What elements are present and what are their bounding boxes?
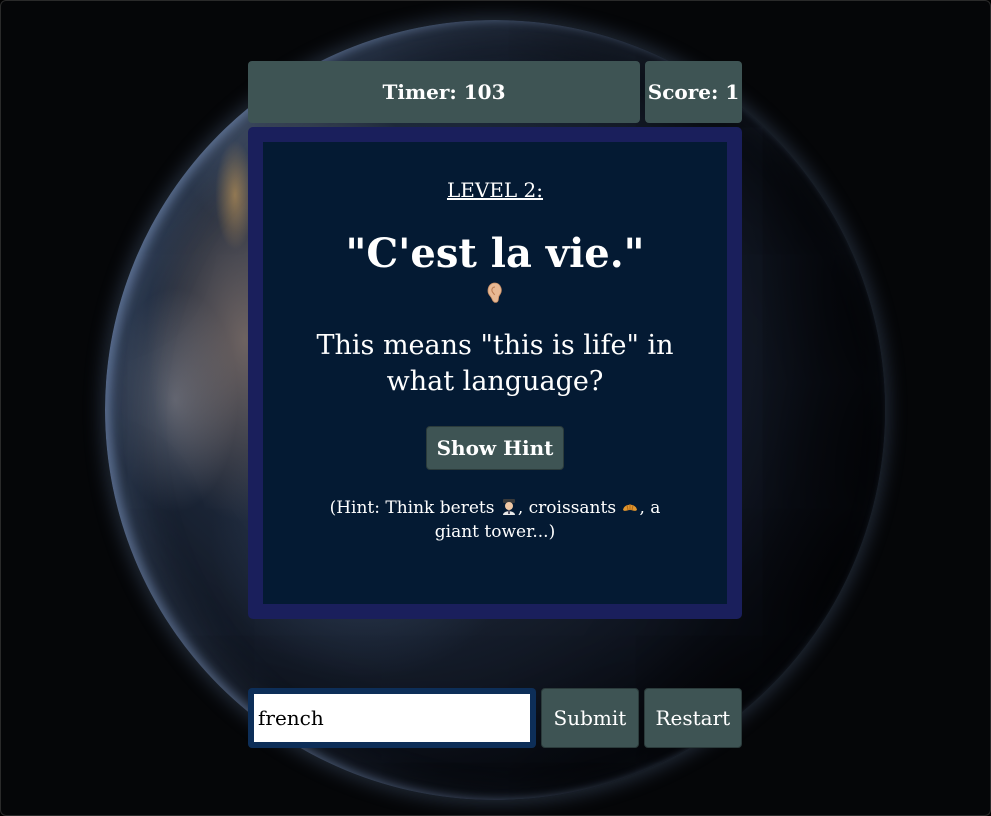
ear-icon: [487, 282, 502, 303]
question-text: This means "this is life" in what langua…: [316, 330, 674, 397]
answer-input-frame: [248, 688, 537, 748]
submit-button[interactable]: Submit: [541, 688, 639, 748]
croissant-emoji-icon: [623, 504, 638, 511]
game-stage: Timer: 103 Score: 1 LEVEL 2: "C'est la v…: [0, 0, 991, 816]
hint-text-part2: , croissants: [517, 498, 622, 518]
artist-emoji-icon: [502, 499, 515, 515]
hint-text: (Hint: Think berets , croissants , a gia…: [325, 496, 665, 544]
foreign-phrase: "C'est la vie.": [345, 230, 645, 277]
top-bar: Timer: 103 Score: 1: [248, 61, 742, 123]
score-display: Score: 1: [645, 61, 742, 123]
show-hint-button[interactable]: Show Hint: [425, 426, 565, 470]
hint-text-part1: (Hint: Think berets: [329, 498, 500, 518]
answer-input[interactable]: [254, 694, 531, 742]
restart-button[interactable]: Restart: [643, 688, 742, 748]
answer-row: Submit Restart: [248, 688, 742, 748]
question-card-inner: LEVEL 2: "C'est la vie." This means "thi…: [263, 142, 727, 604]
level-label: LEVEL 2:: [446, 178, 544, 202]
question-card: LEVEL 2: "C'est la vie." This means "thi…: [248, 127, 742, 619]
timer-display: Timer: 103: [248, 61, 640, 123]
